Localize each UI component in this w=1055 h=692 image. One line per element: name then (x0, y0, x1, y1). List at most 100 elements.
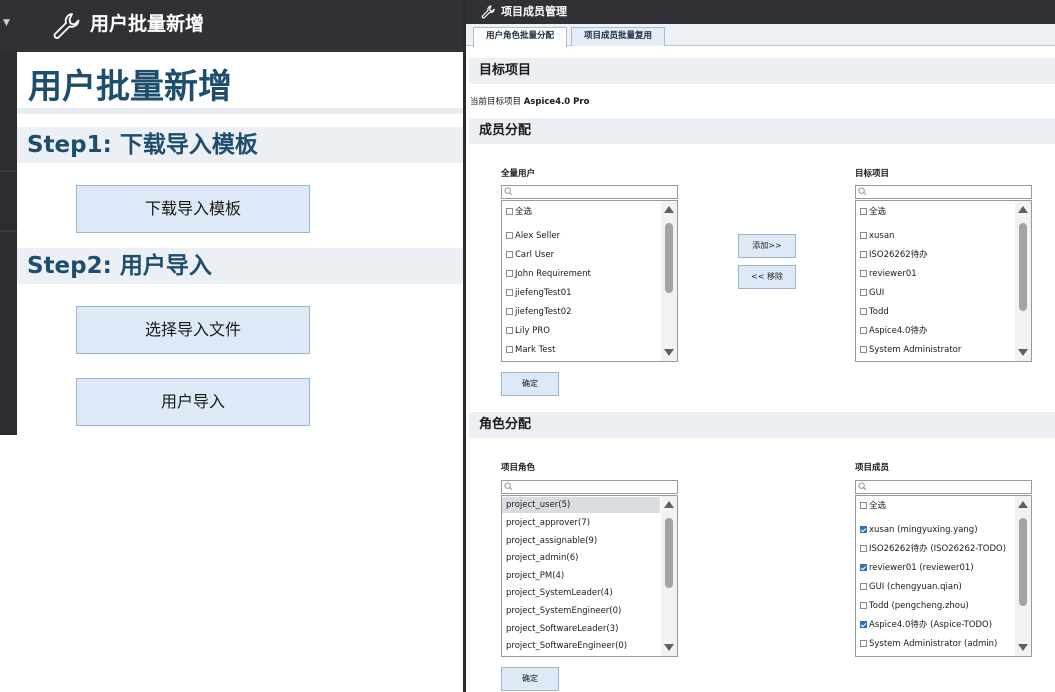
list-item[interactable]: project_PM(4) (506, 568, 564, 584)
all-users-list[interactable]: 全选 Alex Seller Carl User John Requiremen… (501, 200, 678, 362)
left-sidebar-strip (0, 52, 17, 435)
user-bulk-add-panel: ▼ 用户批量新增 用户批量新增 Step1: 下载导入模板 下载导入模板 Ste… (0, 0, 463, 435)
target-project-title: 目标项目 (479, 63, 532, 78)
step2-title: Step2: 用户导入 (27, 253, 212, 279)
list-item[interactable]: project_admin(6) (506, 550, 578, 566)
member-section-title: 成员分配 (479, 123, 532, 138)
download-template-button[interactable]: 下载导入模板 (76, 185, 310, 233)
wrench-icon (481, 5, 495, 19)
list-item[interactable]: ISO26262待办 (ISO26262-TODO) (860, 541, 1006, 557)
list-item[interactable]: GUI (chengyuan.qian) (860, 579, 962, 595)
project-members-list[interactable]: 全选 xusan (mingyuxing.yang) ISO26262待办 (I… (855, 495, 1032, 657)
scroll-thumb[interactable] (665, 518, 673, 588)
scrollbar[interactable] (1015, 201, 1031, 361)
remove-button[interactable]: << 移除 (738, 265, 796, 289)
right-header-title: 项目成员管理 (501, 5, 567, 18)
current-target-info: 当前目标项目 Aspice4.0 Pro (470, 95, 589, 107)
member-confirm-button[interactable]: 确定 (501, 372, 559, 396)
member-section: 成员分配 (469, 118, 1055, 144)
scroll-down-icon[interactable] (1018, 644, 1028, 651)
user-import-button[interactable]: 用户导入 (76, 378, 310, 426)
list-item[interactable]: jiefengTest02 (506, 304, 572, 320)
list-item[interactable]: jiefengTest01 (506, 285, 572, 301)
list-item[interactable]: GUI (860, 285, 884, 301)
caret-down-icon[interactable]: ▼ (3, 18, 13, 32)
list-item[interactable]: System Administrator (860, 342, 961, 358)
scrollbar[interactable] (661, 496, 677, 656)
tab-member-reuse[interactable]: 项目成员批量复用 (571, 27, 665, 46)
choose-file-button[interactable]: 选择导入文件 (76, 306, 310, 354)
search-icon (858, 187, 867, 196)
list-item[interactable]: System Administrator (admin) (860, 636, 997, 652)
search-icon (504, 482, 513, 491)
list-item[interactable]: Lily PRO (506, 323, 550, 339)
project-member-panel: 项目成员管理 用户角色批量分配 项目成员批量复用 目标项目 当前目标项目 Asp… (463, 0, 1055, 692)
page-title: 用户批量新增 (28, 67, 232, 107)
list-item[interactable]: ISO26262待办 (860, 247, 928, 263)
list-item[interactable]: project_SoftwareLeader(3) (506, 621, 618, 637)
project-roles-list[interactable]: project_user(5) project_approver(7) proj… (501, 495, 678, 657)
project-members-search-input[interactable] (855, 480, 1032, 494)
list-item[interactable]: project_approver(7) (506, 515, 590, 531)
list-item[interactable]: xusan (860, 228, 894, 244)
scroll-thumb[interactable] (665, 223, 673, 293)
list-item[interactable]: project_SystemLeader(4) (506, 585, 613, 601)
list-item[interactable]: Aspice4.0待办 (Aspice-TODO) (860, 617, 992, 633)
current-target-project: Aspice4.0 Pro (523, 97, 590, 107)
list-item[interactable]: Todd (860, 304, 889, 320)
step1-title: Step1: 下载导入模板 (27, 132, 258, 158)
target-project-search-input[interactable] (855, 185, 1032, 199)
role-confirm-button[interactable]: 确定 (501, 667, 559, 691)
list-item[interactable]: project_user(5) (506, 497, 570, 513)
left-header-title: 用户批量新增 (90, 13, 205, 35)
add-button[interactable]: 添加>> (738, 234, 796, 258)
list-item[interactable]: xusan (mingyuxing.yang) (860, 522, 978, 538)
scroll-down-icon[interactable] (664, 644, 674, 651)
scroll-up-icon[interactable] (664, 501, 674, 508)
divider (17, 108, 463, 114)
checkbox-checked (860, 564, 867, 571)
list-item[interactable]: Carl User (506, 247, 554, 263)
list-item[interactable]: Todd (pengcheng.zhou) (860, 598, 969, 614)
role-section: 角色分配 (469, 412, 1055, 438)
target-project-list[interactable]: 全选 xusan ISO26262待办 reviewer01 GUI Todd … (855, 200, 1032, 362)
list-item[interactable]: John Requirement (506, 266, 591, 282)
scroll-up-icon[interactable] (1018, 206, 1028, 213)
scroll-thumb[interactable] (1019, 223, 1027, 311)
checkbox-checked (860, 526, 867, 533)
scroll-up-icon[interactable] (1018, 501, 1028, 508)
checkbox-checked (860, 621, 867, 628)
target-project-list-label: 目标项目 (855, 169, 890, 179)
left-header: ▼ 用户批量新增 (0, 0, 463, 52)
members-select-all[interactable]: 全选 (860, 498, 886, 514)
target-select-all[interactable]: 全选 (860, 204, 886, 220)
scroll-up-icon[interactable] (664, 206, 674, 213)
scroll-thumb[interactable] (1019, 518, 1027, 606)
list-item[interactable]: reviewer01 (reviewer01) (860, 560, 974, 576)
project-members-label: 项目成员 (855, 463, 890, 473)
project-roles-search-input[interactable] (501, 480, 678, 494)
list-item[interactable]: reviewer01 (860, 266, 917, 282)
scroll-down-icon[interactable] (1018, 349, 1028, 356)
wrench-icon (53, 13, 80, 39)
all-users-select-all[interactable]: 全选 (506, 204, 532, 220)
role-section-title: 角色分配 (479, 417, 532, 432)
search-icon (858, 482, 867, 491)
scroll-down-icon[interactable] (664, 349, 674, 356)
list-item[interactable]: project_SystemEngineer(0) (506, 603, 621, 619)
step1-bar: Step1: 下载导入模板 (17, 127, 463, 163)
scrollbar[interactable] (1015, 496, 1031, 656)
tab-bar: 用户角色批量分配 项目成员批量复用 (466, 24, 1055, 47)
project-roles-label: 项目角色 (501, 463, 536, 473)
list-item[interactable]: project_assignable(9) (506, 533, 597, 549)
tab-role-assign[interactable]: 用户角色批量分配 (473, 27, 567, 47)
list-item[interactable]: Mark Test (506, 342, 555, 358)
scrollbar[interactable] (661, 201, 677, 361)
step2-bar: Step2: 用户导入 (17, 248, 463, 284)
list-item[interactable]: project_SoftwareEngineer(0) (506, 638, 627, 654)
list-item[interactable]: Aspice4.0待办 (860, 323, 927, 339)
all-users-label: 全量用户 (501, 169, 536, 179)
list-item[interactable]: Alex Seller (506, 228, 560, 244)
all-users-search-input[interactable] (501, 185, 678, 199)
right-header: 项目成员管理 (466, 0, 1055, 24)
